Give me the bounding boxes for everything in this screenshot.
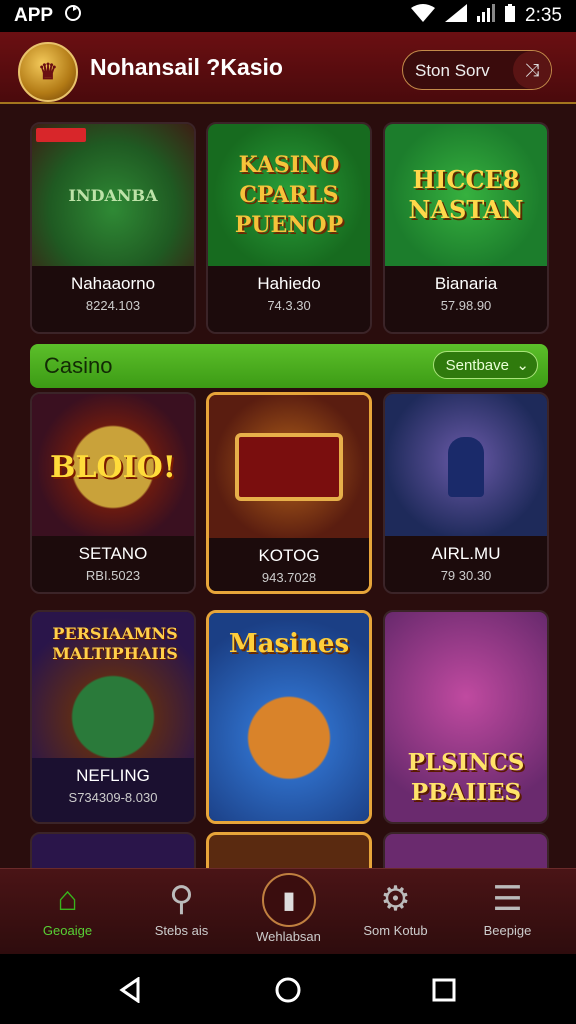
nav-item-home[interactable]: ⌂ Geoaige xyxy=(10,869,125,955)
game-card[interactable]: KASINO CPARLS PUENOP Hahiedo 74.3.30 xyxy=(206,122,372,334)
slot-reels xyxy=(235,432,343,501)
game-info: AIRL.MU 79 30.30 xyxy=(385,536,547,592)
game-info: Bianaria 57.98.90 xyxy=(385,266,547,332)
shuffle-icon[interactable]: ⤨ xyxy=(513,51,551,89)
game-value: 8224.103 xyxy=(85,298,141,313)
game-card[interactable]: Masines xyxy=(206,610,372,824)
nav-label: Stebs ais xyxy=(154,923,209,938)
game-name: Hahiedo xyxy=(257,274,321,293)
game-art: INDANBA xyxy=(32,124,194,266)
game-card[interactable]: HICCE8 NASTAN Bianaria 57.98.90 xyxy=(383,122,549,334)
game-name: SETANO xyxy=(78,544,148,563)
game-card[interactable] xyxy=(30,832,196,868)
dealer-figure xyxy=(448,437,484,497)
game-art xyxy=(209,395,369,538)
list-icon: ☰ xyxy=(492,880,523,918)
gear-icon: ⚙ xyxy=(380,880,411,918)
game-value: 79 30.30 xyxy=(440,568,492,583)
game-info: KOTOG 943.7028 xyxy=(209,538,369,591)
sync-icon xyxy=(63,3,83,29)
game-value: S734309-8.030 xyxy=(68,790,158,805)
game-value: RBI.5023 xyxy=(85,568,141,583)
game-name: Bianaria xyxy=(434,274,498,293)
game-art: KASINO CPARLS PUENOP xyxy=(208,124,370,266)
game-art: PLSINCS PBAIIES xyxy=(385,612,547,822)
home-circle-icon[interactable] xyxy=(268,972,308,1008)
game-grid: INDANBA Nahaaorno 8224.103 KASINO CPARLS… xyxy=(0,104,576,868)
nav-item-settings[interactable]: ⚙ Som Kotub xyxy=(338,869,453,955)
recents-icon[interactable] xyxy=(424,972,464,1008)
signal-icon xyxy=(445,4,468,28)
new-badge xyxy=(36,128,86,142)
wifi-icon xyxy=(411,4,436,28)
header-action-label: Ston Sorv xyxy=(415,61,490,80)
game-info: NEFLING S734309-8.030 xyxy=(32,758,194,822)
nav-label: Wehlabsan xyxy=(256,929,321,944)
game-value: 943.7028 xyxy=(261,570,317,585)
section-header-casino: Casino Sentbave ⌄ xyxy=(30,344,548,388)
game-card[interactable] xyxy=(206,832,372,868)
app-header: ♛ Nohansail ?Kasio Ston Sorv ⤨ xyxy=(0,32,576,104)
game-value: 74.3.30 xyxy=(267,298,311,313)
game-card[interactable] xyxy=(383,832,549,868)
game-info: SETANO RBI.5023 xyxy=(32,536,194,592)
home-icon: ⌂ xyxy=(57,880,78,918)
back-icon[interactable] xyxy=(110,972,150,1008)
nav-label: Beepige xyxy=(483,923,532,938)
search-person-icon: ⚲ xyxy=(169,880,194,918)
game-name: NEFLING xyxy=(76,766,150,785)
game-card[interactable]: BLOIO! SETANO RBI.5023 xyxy=(30,392,196,594)
section-title: Casino xyxy=(44,353,113,378)
game-card[interactable]: PERSIAAMNS MALTIPHAIIS NEFLING S734309-8… xyxy=(30,610,196,824)
game-art: PERSIAAMNS MALTIPHAIIS xyxy=(32,612,194,762)
game-name: KOTOG xyxy=(258,546,320,565)
nav-item-search[interactable]: ⚲ Stebs ais xyxy=(124,869,239,955)
status-bar: APP 2:35 xyxy=(0,0,576,32)
bottom-navigation: ⌂ Geoaige ⚲ Stebs ais ▮ Wehlabsan ⚙ Som … xyxy=(0,868,576,955)
carrier-label: APP xyxy=(14,5,54,26)
section-sort-label: Sentbave xyxy=(445,357,509,374)
signal-bars-icon xyxy=(477,4,496,28)
app-title: Nohansail ?Kasio xyxy=(90,54,283,80)
nav-label: Geoaige xyxy=(42,923,93,938)
game-info: Hahiedo 74.3.30 xyxy=(208,266,370,332)
nav-label: Som Kotub xyxy=(363,923,428,938)
game-card[interactable]: KOTOG 943.7028 xyxy=(206,392,372,594)
app-logo[interactable]: ♛ xyxy=(18,42,78,102)
header-action-button[interactable]: Ston Sorv ⤨ xyxy=(402,50,552,90)
section-sort-button[interactable]: Sentbave ⌄ xyxy=(432,351,538,379)
wallet-icon: ▮ xyxy=(262,873,316,927)
clock: 2:35 xyxy=(525,5,562,26)
game-card[interactable]: INDANBA Nahaaorno 8224.103 xyxy=(30,122,196,334)
game-art: Masines xyxy=(209,613,369,821)
game-info: Nahaaorno 8224.103 xyxy=(32,266,194,332)
chevron-down-icon: ⌄ xyxy=(516,357,529,374)
game-card[interactable]: PLSINCS PBAIIES xyxy=(383,610,549,824)
battery-icon xyxy=(505,4,516,28)
game-name: Nahaaorno xyxy=(70,274,156,293)
nav-item-wallet[interactable]: ▮ Wehlabsan xyxy=(231,869,346,955)
game-card[interactable]: AIRL.MU 79 30.30 xyxy=(383,392,549,594)
system-nav-bar xyxy=(0,954,576,1024)
game-art: HICCE8 NASTAN xyxy=(385,124,547,266)
nav-item-list[interactable]: ☰ Beepige xyxy=(450,869,565,955)
game-name: AIRL.MU xyxy=(431,544,501,563)
game-art xyxy=(385,394,547,540)
game-art: BLOIO! xyxy=(32,394,194,540)
game-value: 57.98.90 xyxy=(440,298,492,313)
